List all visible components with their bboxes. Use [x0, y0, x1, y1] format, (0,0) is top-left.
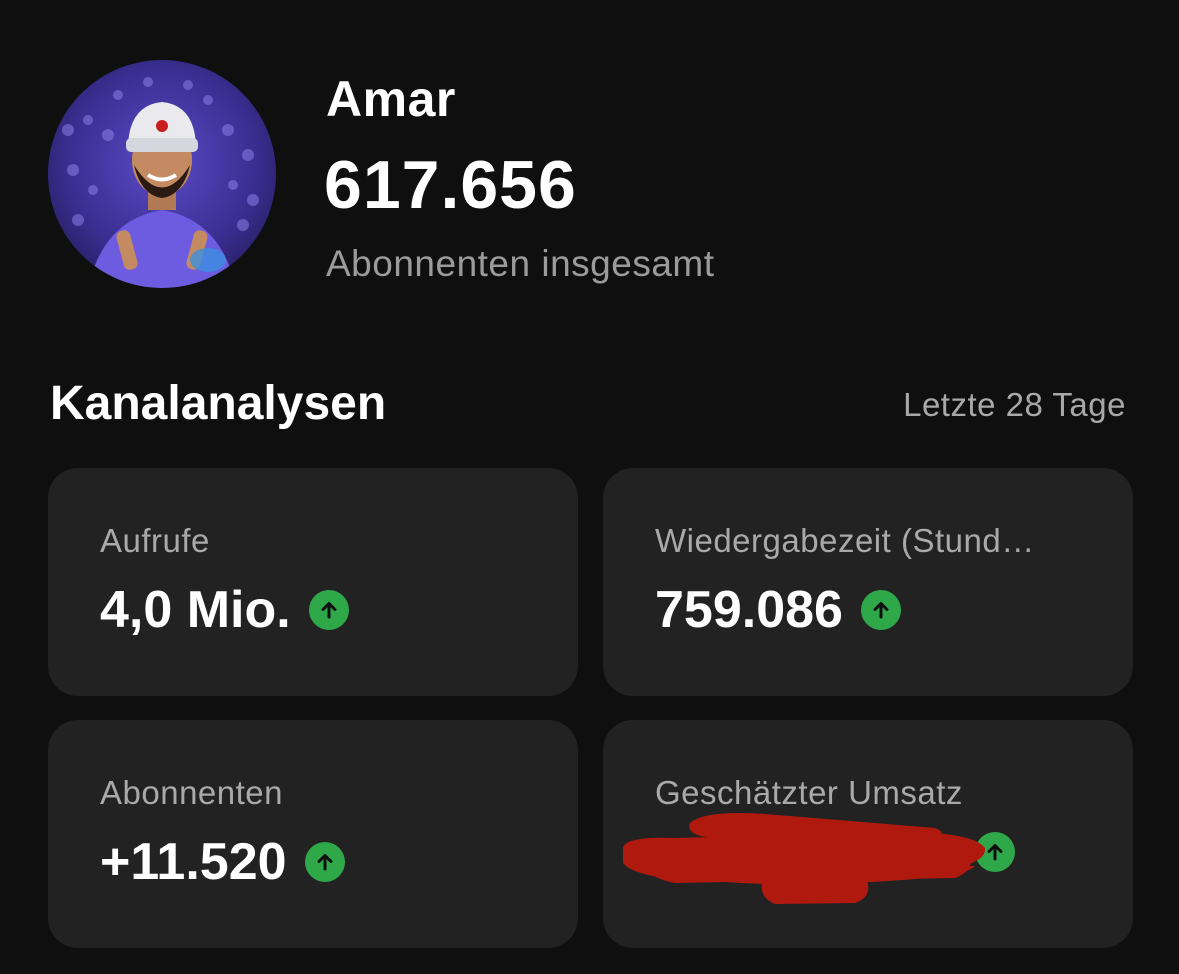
avatar-photo [48, 60, 276, 288]
subscriber-total: 617.656 [324, 147, 577, 223]
redaction-scribble [623, 813, 986, 904]
metric-card-views[interactable]: Aufrufe 4,0 Mio. [48, 468, 578, 696]
arrow-up-icon [304, 842, 345, 882]
metric-label: Aufrufe [100, 522, 210, 559]
period-selector[interactable]: Letzte 28 Tage [903, 386, 1126, 424]
channel-name: Amar [326, 71, 456, 127]
metric-value: 759.086 [655, 581, 843, 639]
metric-card-watch-time[interactable]: Wiedergabezeit (Stund… 759.086 [603, 468, 1133, 696]
subscriber-total-label: Abonnenten insgesamt [326, 243, 715, 284]
metric-value: 4,0 Mio. [100, 581, 291, 639]
metric-card-subscribers[interactable]: Abonnenten +11.520 [48, 720, 578, 948]
metric-label: Geschätzter Umsatz [655, 774, 963, 811]
arrow-up-icon [860, 590, 901, 630]
avatar[interactable] [48, 60, 276, 288]
metric-label: Abonnenten [100, 774, 284, 811]
section-title: Kanalanalysen [50, 377, 387, 430]
metric-label: Wiedergabezeit (Stund… [655, 522, 1035, 559]
metric-value: +11.520 [100, 833, 287, 891]
arrow-up-icon [308, 590, 349, 630]
